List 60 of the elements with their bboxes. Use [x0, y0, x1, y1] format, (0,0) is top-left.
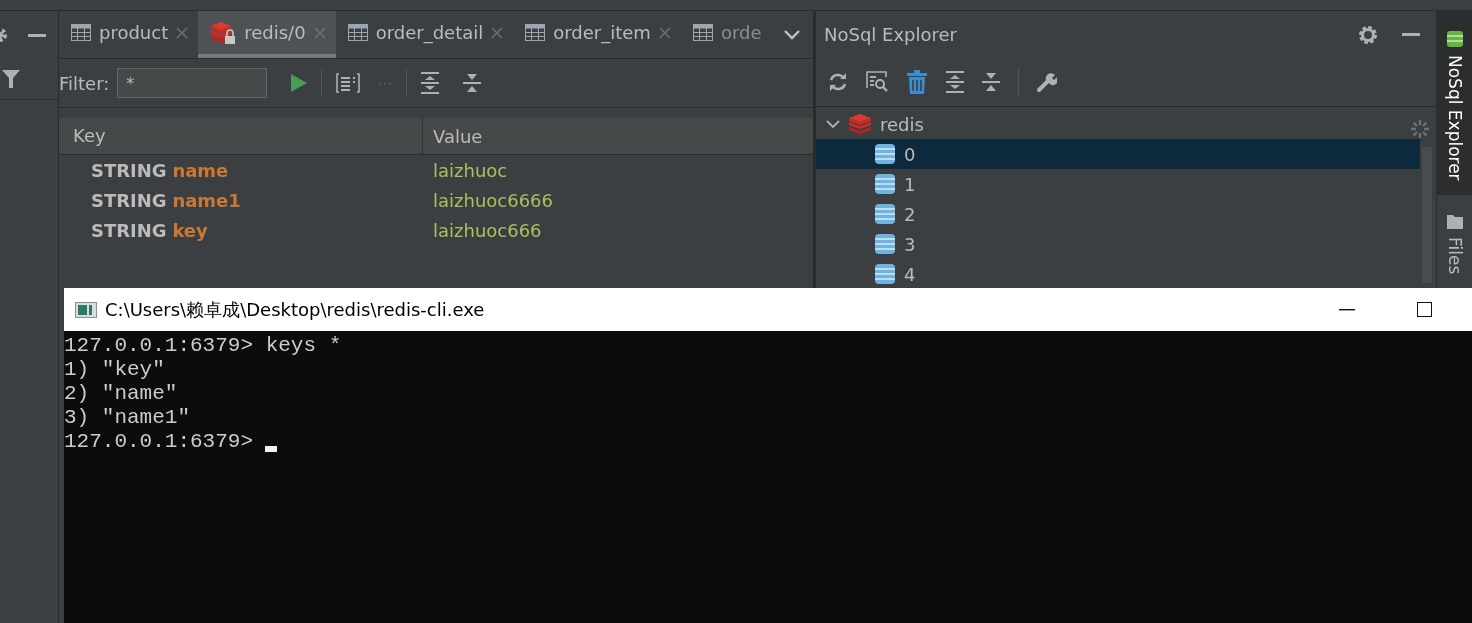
editor-tab[interactable]: redis/0 — [198, 11, 336, 58]
tree-item[interactable]: 4 — [816, 259, 1420, 289]
tree-item[interactable]: 3 — [816, 229, 1420, 259]
table-icon — [692, 24, 713, 41]
database-icon — [874, 173, 896, 195]
stack-lock-icon — [210, 20, 237, 45]
filter-icon[interactable] — [2, 70, 20, 88]
console-line: 2) "name" — [64, 382, 178, 406]
column-header[interactable]: Value — [423, 125, 483, 147]
refresh-icon[interactable] — [828, 72, 848, 92]
collapse-all-icon[interactable] — [463, 72, 482, 94]
chevron-down-icon[interactable] — [783, 29, 800, 40]
database-icon — [874, 143, 896, 165]
console-line: 1) "key" — [64, 358, 165, 382]
expand-all-icon[interactable] — [946, 71, 964, 93]
chevron-down-icon[interactable] — [826, 117, 840, 131]
side-tab[interactable]: NoSql Explorer — [1437, 11, 1472, 195]
key-cell-text: STRING name — [90, 159, 230, 181]
table-icon — [347, 24, 368, 41]
side-tab[interactable]: Files — [1437, 194, 1472, 288]
key-cell-text: STRING key — [90, 219, 209, 241]
table-icon — [71, 24, 91, 41]
app-icon — [75, 301, 97, 318]
trash-icon[interactable] — [906, 70, 928, 94]
value-cell-text: laizhuoc6666 — [432, 189, 553, 211]
database-icon — [1446, 31, 1463, 47]
editor-tab[interactable]: order_detail — [335, 11, 514, 58]
maximize-icon[interactable] — [1417, 302, 1432, 317]
key-cell-text: STRING name1 — [90, 189, 242, 211]
stack-icon — [848, 114, 872, 134]
tree-item[interactable]: 2 — [816, 199, 1420, 229]
database-icon — [874, 203, 896, 225]
filter-field[interactable]: * — [117, 68, 268, 98]
collapse-all-icon[interactable] — [982, 71, 1000, 93]
console-line: 127.0.0.1:6379> — [64, 430, 254, 454]
table-icon — [525, 24, 546, 41]
tree-item[interactable]: redis — [816, 109, 1420, 139]
editor-tab[interactable]: orde — [680, 11, 772, 58]
expand-all-icon[interactable] — [421, 72, 440, 94]
database-icon — [874, 233, 896, 255]
search-icon[interactable] — [866, 71, 888, 93]
tree-item[interactable]: 1 — [816, 169, 1420, 199]
database-icon — [874, 263, 896, 285]
column-header[interactable]: Key — [59, 118, 423, 154]
filter-label: Filter: — [59, 72, 110, 94]
console-line: 3) "name1" — [64, 406, 191, 430]
panel-title: NoSql Explorer — [824, 24, 958, 45]
list-bracket-icon[interactable] — [336, 73, 361, 93]
editor-tab[interactable]: order_item — [513, 11, 681, 58]
value-cell-text: laizhuoc666 — [432, 219, 542, 241]
minimize-icon[interactable] — [1339, 308, 1355, 311]
console-line: 127.0.0.1:6379> keys * — [64, 334, 342, 358]
tree-item[interactable]: 0 — [816, 139, 1420, 169]
wrench-icon[interactable] — [1037, 72, 1057, 92]
loading-icon — [1410, 119, 1430, 139]
folder-icon — [1446, 214, 1463, 229]
play-icon[interactable] — [291, 74, 308, 92]
window-title: C:\Users\赖卓成\Desktop\redis\redis-cli.exe — [105, 297, 485, 322]
editor-tab[interactable]: product — [59, 11, 199, 58]
value-cell-text: laizhuoc — [432, 159, 508, 181]
